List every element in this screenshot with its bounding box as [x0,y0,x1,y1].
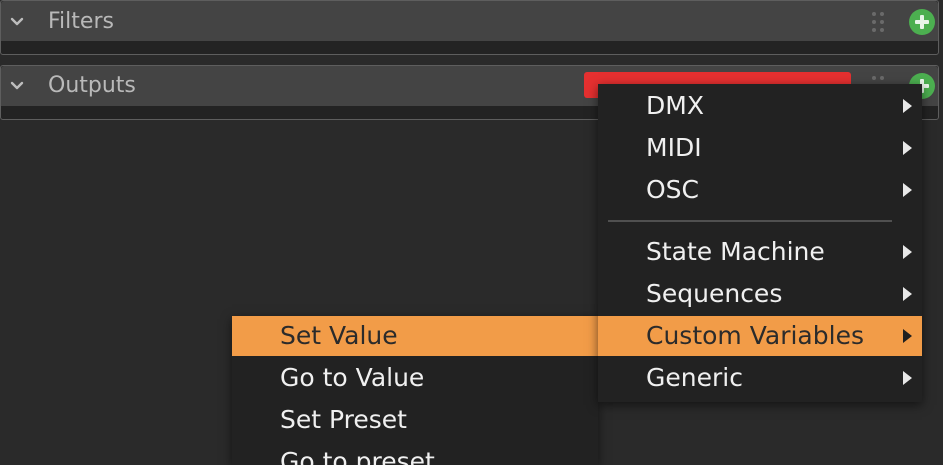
submenu-arrow-icon [903,99,912,113]
menu-item-set-value[interactable]: Set Value [232,316,598,356]
menu-item-label: Go to Value [280,363,425,392]
menu-item-label: State Machine [646,237,825,266]
menu-item-label: MIDI [646,133,702,162]
menu-item-label: Generic [646,363,743,392]
chevron-down-icon[interactable] [9,14,25,30]
menu-item-osc[interactable]: OSC [598,170,922,210]
menu-item-label: Go to preset [280,447,435,465]
menu-item-sequences[interactable]: Sequences [598,274,922,314]
menu-item-midi[interactable]: MIDI [598,128,922,168]
menu-item-label: Sequences [646,279,783,308]
add-output-menu: DMX MIDI OSC State Machine Sequences Cus… [598,84,922,402]
menu-item-label: Set Preset [280,405,407,434]
menu-item-label: DMX [646,91,704,120]
submenu-arrow-icon [903,141,912,155]
app-root: Filters Outputs Set Value Go to Value Se… [0,0,943,465]
menu-item-label: Set Value [280,321,398,350]
add-filter-button[interactable] [909,9,935,35]
chevron-down-icon[interactable] [9,78,25,94]
filters-panel-header[interactable]: Filters [1,1,938,41]
menu-item-set-preset[interactable]: Set Preset [232,400,598,440]
menu-item-go-to-preset[interactable]: Go to preset [232,442,598,465]
menu-item-dmx[interactable]: DMX [598,86,922,126]
filters-panel: Filters [0,0,939,55]
submenu-arrow-icon [903,183,912,197]
menu-item-label: Custom Variables [646,321,864,350]
menu-item-custom-variables[interactable]: Custom Variables [598,316,922,356]
filters-panel-title: Filters [48,9,114,34]
menu-item-go-to-value[interactable]: Go to Value [232,358,598,398]
submenu-arrow-icon [903,371,912,385]
submenu-arrow-icon [903,287,912,301]
menu-separator [608,220,892,222]
menu-item-label: OSC [646,175,700,204]
outputs-panel-title: Outputs [48,73,136,98]
custom-variables-submenu: Set Value Go to Value Set Preset Go to p… [232,316,598,465]
menu-item-state-machine[interactable]: State Machine [598,232,922,272]
submenu-arrow-icon [903,329,912,343]
submenu-arrow-icon [903,245,912,259]
menu-item-generic[interactable]: Generic [598,358,922,398]
drag-grip-icon[interactable] [871,10,885,34]
